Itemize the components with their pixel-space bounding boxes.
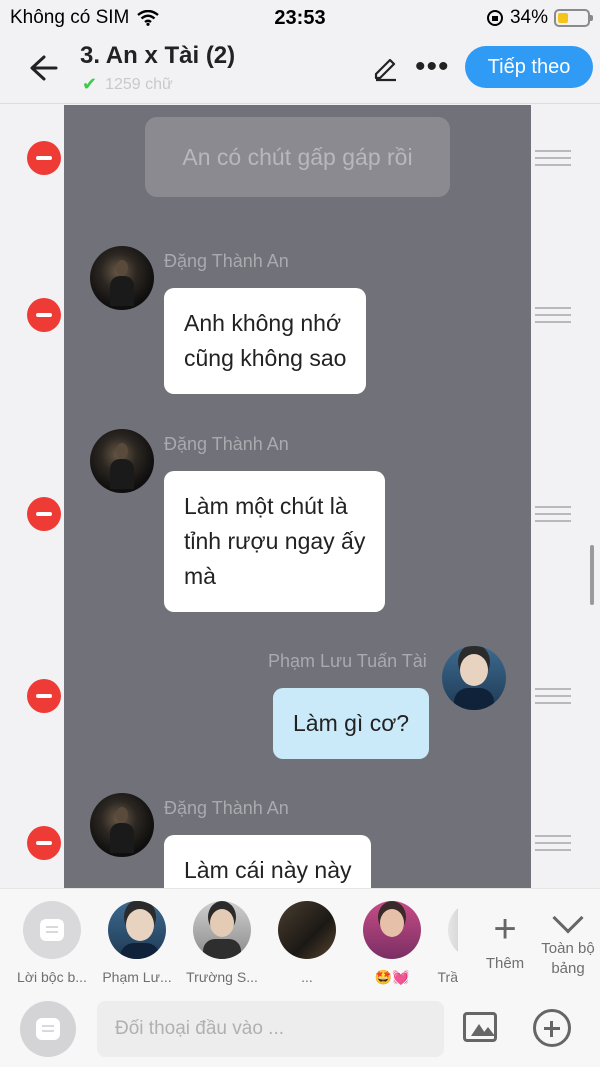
avatar — [363, 901, 421, 959]
input-row — [0, 999, 600, 1059]
bottom-bar: Lời bộc b... Phạm Lư... Trường S... ... … — [0, 888, 600, 1067]
whole-table-label: Toàn bộ bảng — [541, 940, 595, 977]
avatar — [108, 901, 166, 959]
avatar — [90, 246, 154, 310]
chat-area[interactable]: An có chút gấp gáp rồi Đặng Thành An Anh… — [0, 105, 600, 928]
delete-icon[interactable] — [27, 679, 61, 713]
page-title: 3. An x Tài (2) — [80, 42, 236, 69]
character-narrator[interactable]: Lời bộc b... — [12, 901, 92, 985]
avatar — [90, 793, 154, 857]
battery-icon — [554, 9, 593, 27]
character-tai[interactable]: Phạm Lư... — [97, 901, 177, 985]
drag-handle-icon[interactable] — [535, 835, 571, 851]
character-truong[interactable]: Trường S... — [182, 901, 262, 985]
character-label: Phạm Lư... — [102, 969, 172, 985]
drag-handle-icon[interactable] — [535, 307, 571, 323]
dialogue-input[interactable] — [97, 1001, 444, 1057]
delete-icon[interactable] — [27, 497, 61, 531]
chat-icon[interactable] — [20, 1001, 76, 1057]
avatar — [448, 901, 458, 959]
message-bubble[interactable]: Làm gì cơ? — [273, 688, 430, 759]
chat-icon — [23, 901, 81, 959]
message-bubble[interactable]: Anh không nhớ cũng không sao — [164, 288, 367, 394]
word-count: ✔ 1259 chữ — [82, 74, 173, 95]
character-label: Lời bộc b... — [17, 969, 87, 985]
character-label: ... — [301, 969, 313, 985]
avatar — [90, 429, 154, 493]
header: 3. An x Tài (2) ✔ 1259 chữ ••• Tiếp theo — [0, 34, 600, 104]
next-button[interactable]: Tiếp theo — [465, 46, 593, 88]
add-character-label: Thêm — [485, 955, 525, 972]
message-bubble[interactable]: Làm một chút là tỉnh rượu ngay ấy mà — [164, 471, 386, 612]
orientation-lock-icon — [486, 10, 503, 26]
sender-name: Đặng Thành An — [164, 251, 289, 271]
chat-editor-screen: Không có SIM 23:53 34% 3. An x Tài (2) ✔ — [0, 0, 600, 1067]
character-partial[interactable]: Trầ — [420, 901, 458, 985]
image-icon[interactable] — [463, 1012, 497, 1042]
avatar — [193, 901, 251, 959]
whole-table-button[interactable]: Toàn bộ bảng — [536, 902, 600, 979]
plus-circle-icon[interactable] — [533, 1009, 571, 1047]
plus-icon: + — [493, 907, 517, 951]
delete-icon[interactable] — [27, 298, 61, 332]
drag-handle-icon[interactable] — [535, 688, 571, 704]
status-bar: Không có SIM 23:53 34% — [0, 0, 600, 34]
check-icon: ✔ — [82, 74, 98, 94]
sender-name: Đặng Thành An — [164, 434, 289, 454]
sender-name: Đặng Thành An — [164, 798, 289, 818]
character-unnamed[interactable]: ... — [267, 901, 347, 985]
delete-icon[interactable] — [27, 141, 61, 175]
scrollbar[interactable] — [590, 545, 594, 605]
sender-name: Phạm Lưu Tuấn Tài — [268, 651, 427, 671]
avatar — [442, 646, 506, 710]
chevron-down-icon — [552, 902, 584, 934]
word-count-label: 1259 chữ — [105, 75, 173, 93]
status-right: 34% — [486, 7, 593, 29]
drag-handle-icon[interactable] — [535, 506, 571, 522]
avatar — [278, 901, 336, 959]
character-label: Trầ — [437, 969, 458, 985]
narration-bubble[interactable]: An có chút gấp gáp rồi — [145, 117, 450, 197]
add-character-button[interactable]: + Thêm — [480, 907, 530, 972]
back-arrow-icon[interactable] — [26, 52, 58, 84]
battery-percent: 34% — [509, 7, 548, 28]
pencil-icon[interactable] — [370, 52, 400, 82]
delete-icon[interactable] — [27, 826, 61, 860]
drag-handle-icon[interactable] — [535, 150, 571, 166]
character-label: Trường S... — [186, 969, 258, 985]
more-icon[interactable]: ••• — [415, 52, 450, 82]
